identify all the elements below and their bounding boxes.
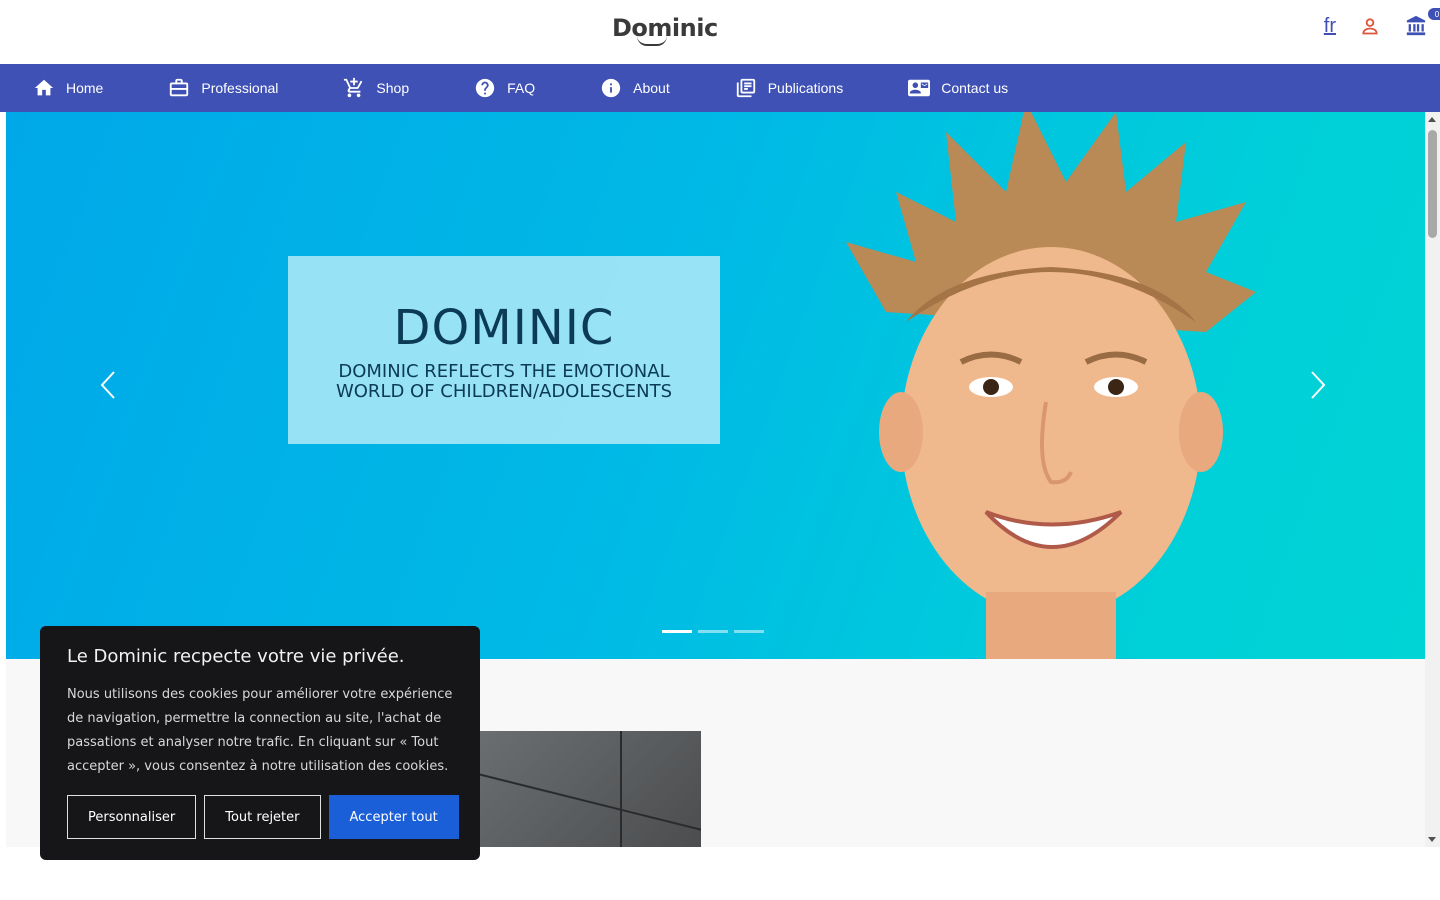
hero-caption-box: DOMINIC DOMINIC REFLECTS THE EMOTIONAL W… (288, 256, 720, 444)
nav-item-contact[interactable]: Contact us (908, 64, 1008, 112)
info-circle-icon (601, 78, 621, 98)
cookie-consent-dialog: Le Dominic recpecte votre vie privée. No… (40, 626, 480, 860)
user-account-icon[interactable] (1358, 14, 1382, 38)
cookie-description: Nous utilisons des cookies pour améliore… (67, 687, 453, 774)
scroll-up-arrow-icon[interactable] (1428, 117, 1436, 122)
nav-item-label: Publications (767, 80, 844, 96)
cart-count-badge: 0 (1428, 8, 1440, 20)
library-books-icon (736, 78, 755, 98)
nav-item-faq[interactable]: FAQ (474, 64, 535, 112)
cart-add-icon (344, 77, 363, 98)
nav-item-label: About (633, 80, 670, 96)
nav-item-label: Contact us (941, 80, 1009, 96)
nav-item-home[interactable]: Home (33, 64, 103, 112)
nav-item-label: FAQ (507, 80, 536, 96)
briefcase-icon (170, 78, 189, 97)
cookie-actions: Personnaliser Tout rejeter Accepter tout (67, 795, 459, 839)
header-actions: fr 0 (1324, 8, 1440, 38)
reject-all-button[interactable]: Tout rejeter (204, 795, 321, 839)
carousel-prev-icon[interactable] (98, 370, 118, 400)
main-nav: Home Professional Shop FAQ About Publica… (0, 64, 1440, 112)
carousel-indicator[interactable] (734, 630, 764, 633)
contact-mail-icon (908, 79, 931, 97)
site-header: Dominic fr 0 (0, 0, 1440, 64)
logo-smile-mark (637, 36, 667, 46)
scrollbar-thumb[interactable] (1428, 130, 1437, 238)
institution-cart-icon[interactable]: 0 (1404, 8, 1440, 38)
help-circle-icon (475, 78, 495, 98)
nav-item-label: Home (66, 80, 104, 96)
nav-item-label: Shop (376, 80, 410, 96)
home-icon (34, 79, 54, 96)
scroll-down-arrow-icon[interactable] (1428, 837, 1436, 842)
carousel-indicator[interactable] (698, 630, 728, 633)
nav-item-shop[interactable]: Shop (343, 64, 409, 112)
customize-button[interactable]: Personnaliser (67, 795, 197, 839)
section-image (480, 731, 701, 847)
carousel-indicators (662, 630, 764, 633)
hero-carousel: DOMINIC DOMINIC REFLECTS THE EMOTIONAL W… (6, 112, 1425, 659)
language-switch-link[interactable]: fr (1324, 15, 1336, 38)
nav-item-about[interactable]: About (600, 64, 670, 112)
carousel-next-icon[interactable] (1308, 370, 1328, 400)
carousel-indicator[interactable] (662, 630, 692, 633)
nav-item-publications[interactable]: Publications (735, 64, 844, 112)
nav-item-label: Professional (201, 80, 279, 96)
hero-title: DOMINIC (393, 300, 615, 356)
cookie-title: Le Dominic recpecte votre vie privée. (67, 646, 405, 667)
hero-child-photo (846, 112, 1256, 659)
accept-all-button[interactable]: Accepter tout (328, 795, 459, 839)
nav-item-professional[interactable]: Professional (168, 64, 278, 112)
page-scrollbar[interactable] (1425, 112, 1440, 847)
hero-subtitle: DOMINIC REFLECTS THE EMOTIONAL WORLD OF … (335, 361, 673, 402)
